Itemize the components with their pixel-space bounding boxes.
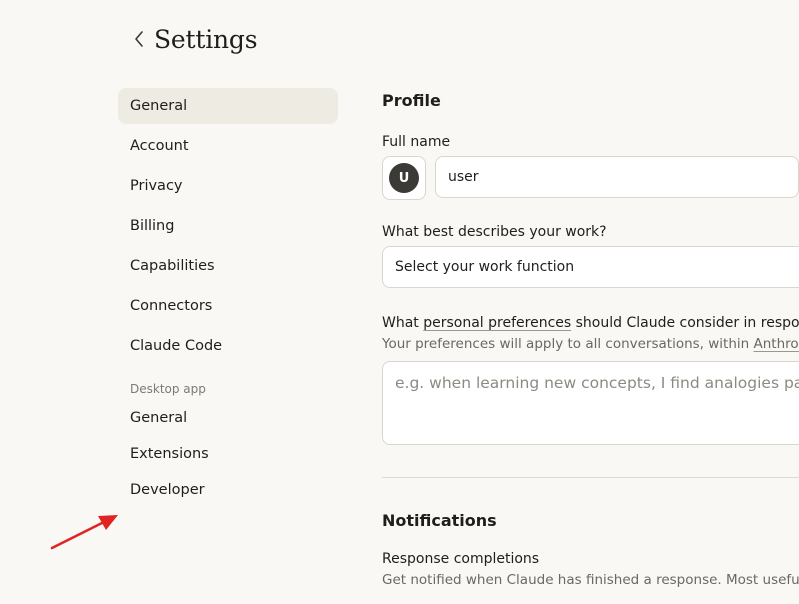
anthropic-link[interactable]: Anthropi	[754, 336, 799, 352]
back-button[interactable]	[130, 22, 148, 56]
notifications-heading: Notifications	[382, 511, 497, 530]
avatar-button[interactable]: U	[382, 156, 426, 200]
preferences-question: What personal preferences should Claude …	[382, 315, 799, 331]
sidebar-item-capabilities[interactable]: Capabilities	[118, 248, 338, 284]
response-completions-description: Get notified when Claude has finished a …	[382, 572, 799, 588]
sidebar-item-general[interactable]: General	[118, 88, 338, 124]
chevron-left-icon	[135, 31, 143, 47]
settings-sidebar: General Account Privacy Billing Capabili…	[118, 88, 338, 508]
preferences-sub-prefix: Your preferences will apply to all conve…	[382, 336, 754, 352]
preferences-textarea[interactable]: e.g. when learning new concepts, I find …	[382, 361, 799, 445]
sidebar-item-account[interactable]: Account	[118, 128, 338, 164]
preferences-question-prefix: What	[382, 315, 424, 331]
work-function-label: What best describes your work?	[382, 224, 607, 240]
personal-preferences-link[interactable]: personal preferences	[423, 315, 571, 331]
sidebar-item-claude-code[interactable]: Claude Code	[118, 328, 338, 364]
work-function-select[interactable]: Select your work function	[382, 246, 799, 288]
sidebar-item-developer[interactable]: Developer	[118, 472, 338, 508]
profile-heading: Profile	[382, 91, 441, 110]
preferences-subtext: Your preferences will apply to all conve…	[382, 336, 799, 352]
full-name-row: U user	[382, 156, 799, 200]
settings-page: Settings General Account Privacy Billing…	[0, 0, 799, 604]
preferences-question-suffix: should Claude consider in response	[575, 315, 799, 331]
sidebar-item-desktop-general[interactable]: General	[118, 400, 338, 436]
settings-header: Settings	[130, 22, 258, 56]
sidebar-item-privacy[interactable]: Privacy	[118, 168, 338, 204]
full-name-input[interactable]: user	[435, 156, 799, 198]
page-title: Settings	[154, 24, 258, 54]
response-completions-label: Response completions	[382, 551, 540, 567]
sidebar-item-billing[interactable]: Billing	[118, 208, 338, 244]
sidebar-section-desktop-app: Desktop app	[130, 382, 206, 396]
settings-main: Profile Full name U user What best descr…	[382, 88, 799, 588]
sidebar-item-extensions[interactable]: Extensions	[118, 436, 338, 472]
red-arrow-icon	[50, 515, 118, 550]
sidebar-item-connectors[interactable]: Connectors	[118, 288, 338, 324]
full-name-label: Full name	[382, 134, 451, 150]
section-divider	[382, 477, 799, 478]
avatar: U	[389, 163, 419, 193]
